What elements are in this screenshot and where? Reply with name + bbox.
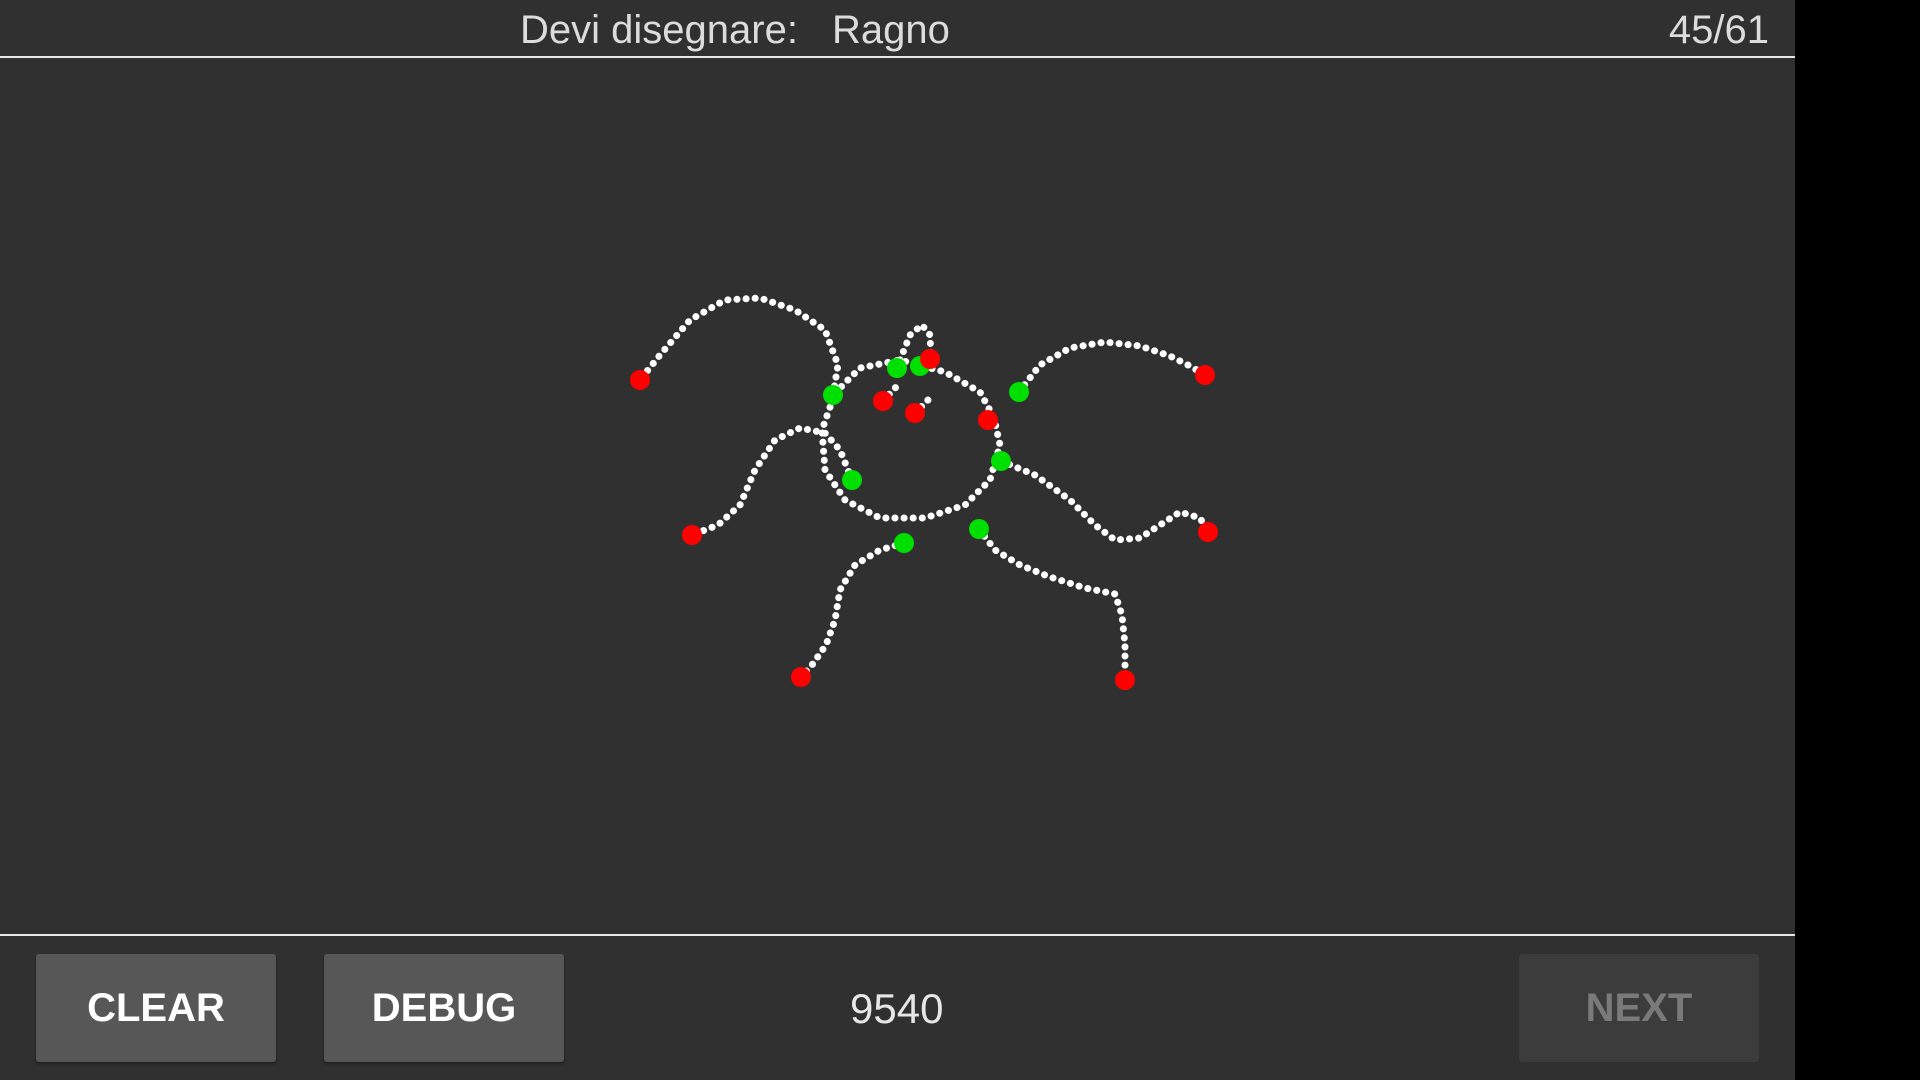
top-bar: Devi disegnare: Ragno 45/61 — [0, 0, 1795, 57]
stroke-start-point — [887, 358, 907, 378]
prompt-label: Devi disegnare: — [520, 8, 798, 52]
stroke-end-point — [1195, 365, 1215, 385]
stroke-start-point — [1009, 382, 1029, 402]
stroke-end-point — [920, 349, 940, 369]
stroke-start-point — [991, 451, 1011, 471]
stroke-leg-mid-left — [688, 424, 856, 539]
drawing-prompt: Devi disegnare: Ragno — [520, 0, 950, 57]
progress-counter: 45/61 — [1668, 8, 1769, 52]
stroke-start-point — [842, 470, 862, 490]
sketch-svg — [630, 294, 1218, 690]
target-word: Ragno — [831, 8, 950, 52]
stroke-start-point — [894, 533, 914, 553]
stroke-leg-upper-right — [1015, 338, 1209, 396]
stroke-end-point — [1198, 522, 1218, 542]
stroke-leg-upper-left — [636, 294, 842, 399]
stroke-end-point — [1115, 670, 1135, 690]
stroke-leg-lower-left — [797, 539, 908, 681]
debug-button[interactable]: DEBUG — [324, 954, 564, 1062]
stroke-start-point — [969, 519, 989, 539]
stroke-end-point — [630, 370, 650, 390]
stroke-leg-lower-right — [975, 525, 1129, 684]
stroke-end-point — [682, 525, 702, 545]
stroke-end-point — [905, 403, 925, 423]
stroke-start-point — [823, 385, 843, 405]
stroke-end-point — [978, 410, 998, 430]
stroke-leg-mid-right — [997, 457, 1212, 544]
bottom-bar: CLEAR DEBUG 9540 NEXT — [0, 936, 1795, 1080]
drawing-app: Devi disegnare: Ragno 45/61 CLEAR DEBUG 9… — [0, 0, 1795, 1080]
drawing-canvas[interactable] — [0, 58, 1795, 934]
next-button[interactable]: NEXT — [1519, 954, 1759, 1062]
stroke-body — [818, 356, 1004, 522]
stroke-end-point — [791, 667, 811, 687]
score-value: 9540 — [850, 985, 944, 1032]
stroke-end-point — [873, 391, 893, 411]
clear-button[interactable]: CLEAR — [36, 954, 276, 1062]
